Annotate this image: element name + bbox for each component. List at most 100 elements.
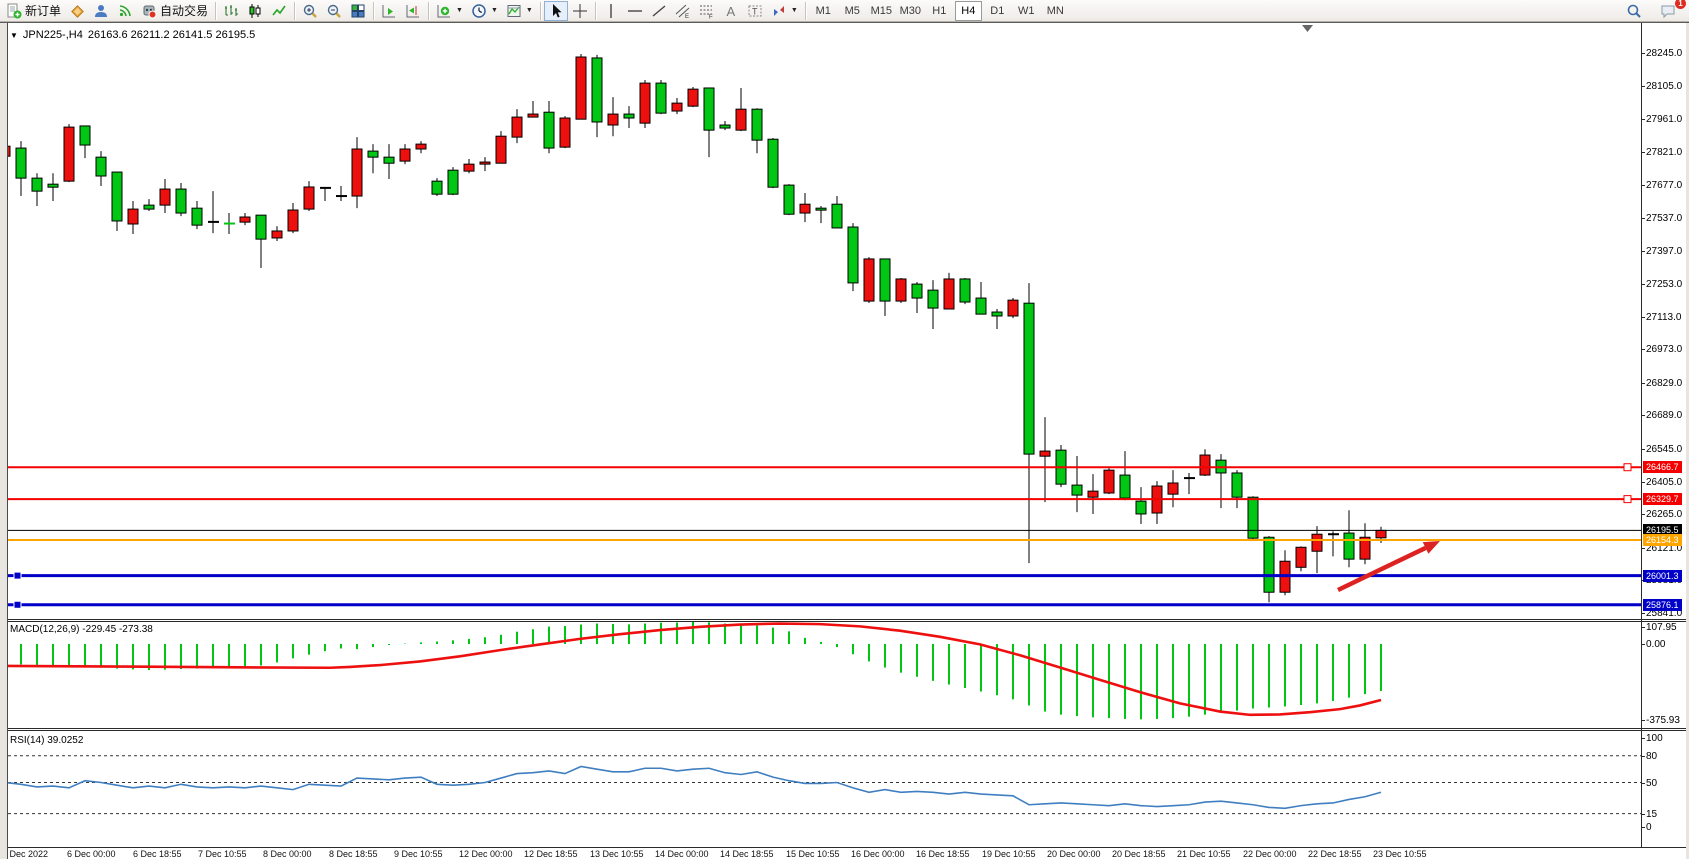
crosshair-button[interactable] (568, 1, 592, 21)
styler-button[interactable] (65, 1, 89, 21)
bar-chart-button[interactable] (219, 1, 243, 21)
new-order-icon (6, 3, 22, 19)
svg-text:T: T (752, 6, 758, 16)
market-watch-button[interactable] (89, 1, 113, 21)
channel-icon: E (675, 3, 691, 19)
toolbar-separator (294, 2, 295, 20)
indicators-button[interactable]: ▼ (432, 1, 467, 21)
fibonacci-button[interactable]: F (695, 1, 719, 21)
axis-tick (1641, 251, 1645, 252)
arrows-button[interactable]: ▼ (767, 1, 802, 21)
price-axis-label: 26265.0 (1646, 509, 1682, 520)
timeframe-D1[interactable]: D1 (984, 1, 1011, 21)
chevron-down-icon: ▼ (456, 7, 463, 14)
toolbar: 新订单 自动交易 ▼ ▼ (0, 0, 1689, 22)
timeframe-H4[interactable]: H4 (955, 1, 982, 21)
equidistant-channel-button[interactable]: E (671, 1, 695, 21)
timeframe-M30[interactable]: M30 (897, 1, 924, 21)
search-button[interactable] (1622, 1, 1646, 21)
price-axis-label: 27677.0 (1646, 180, 1682, 191)
chart-shift-icon (405, 3, 421, 19)
autotrade-label: 自动交易 (160, 2, 208, 19)
chart-title: ▼ JPN225-,H4 26163.6 26211.2 26141.5 261… (10, 29, 255, 41)
auto-scroll-icon (381, 3, 397, 19)
timeframe-M15[interactable]: M15 (868, 1, 895, 21)
chart-window: ▼ JPN225-,H4 26163.6 26211.2 26141.5 261… (0, 22, 1689, 858)
axis-tick (1641, 317, 1645, 318)
timeframe-H1[interactable]: H1 (926, 1, 953, 21)
timeframe-M5[interactable]: M5 (839, 1, 866, 21)
tile-windows-button[interactable] (346, 1, 370, 21)
trendline-button[interactable] (647, 1, 671, 21)
toolbar-separator (215, 2, 216, 20)
vertical-line-button[interactable] (599, 1, 623, 21)
timeframe-W1[interactable]: W1 (1013, 1, 1040, 21)
price-axis-label: 26405.0 (1646, 477, 1682, 488)
chart-shift-button[interactable] (401, 1, 425, 21)
toolbar-separator (805, 2, 806, 20)
timeframe-bar: M1M5M15M30H1H4D1W1MN (809, 1, 1070, 21)
axis-tick (1641, 284, 1645, 285)
price-axis-label: 26973.0 (1646, 344, 1682, 355)
price-axis-line (1641, 23, 1642, 847)
zoom-out-button[interactable] (322, 1, 346, 21)
text-label-button[interactable]: T (743, 1, 767, 21)
search-icon (1626, 3, 1642, 19)
rsi-axis-label: 100 (1646, 733, 1663, 744)
auto-scroll-button[interactable] (377, 1, 401, 21)
price-axis-label: 27961.0 (1646, 114, 1682, 125)
axis-tick (1641, 86, 1645, 87)
axis-tick (1641, 738, 1645, 739)
periods-button[interactable]: ▼ (467, 1, 502, 21)
rsi-label: RSI(14) 39.0252 (10, 735, 83, 746)
time-axis[interactable]: 5 Dec 20226 Dec 00:006 Dec 18:557 Dec 10… (0, 848, 1689, 859)
axis-tick (1641, 548, 1645, 549)
timeframe-MN[interactable]: MN (1042, 1, 1069, 21)
axis-tick (1641, 53, 1645, 54)
axis-tick (1641, 644, 1645, 645)
price-axis-label: 27397.0 (1646, 246, 1682, 257)
timeframe-M1[interactable]: M1 (810, 1, 837, 21)
macd-pane-canvas[interactable] (8, 622, 1641, 728)
macd-axis-label: 107.95 (1646, 622, 1677, 633)
pane-separator[interactable] (0, 728, 1689, 731)
axis-tick (1641, 218, 1645, 219)
bar-chart-icon (223, 3, 239, 19)
collapse-indicator-icon[interactable]: ▼ (10, 31, 18, 40)
main-chart-canvas[interactable] (8, 23, 1641, 619)
templates-button[interactable]: ▼ (502, 1, 537, 21)
zoom-in-button[interactable] (298, 1, 322, 21)
fibonacci-icon: F (699, 3, 715, 19)
axis-tick (1641, 383, 1645, 384)
level-price-label: 26001.3 (1643, 570, 1682, 582)
clock-icon (471, 3, 487, 19)
styler-icon (69, 3, 85, 19)
zoom-in-icon (302, 3, 318, 19)
toolbar-separator (595, 2, 596, 20)
text-a-icon: A (723, 3, 739, 19)
axis-tick (1641, 415, 1645, 416)
horizontal-line-button[interactable] (623, 1, 647, 21)
candle-chart-button[interactable] (243, 1, 267, 21)
toolbar-separator (373, 2, 374, 20)
trendline-icon (651, 3, 667, 19)
macd-axis-label: 0.00 (1646, 639, 1665, 650)
signals-button[interactable] (113, 1, 137, 21)
rsi-pane-canvas[interactable] (8, 732, 1641, 847)
notification-badge: 1 (1675, 0, 1686, 9)
level-price-label: 26466.7 (1643, 461, 1682, 473)
candle-chart-icon (247, 3, 263, 19)
autotrade-button[interactable]: 自动交易 (137, 1, 212, 21)
axis-tick (1641, 783, 1645, 784)
tile-windows-icon (350, 3, 366, 19)
toolbar-separator (540, 2, 541, 20)
price-axis-label: 28245.0 (1646, 48, 1682, 59)
axis-tick (1641, 827, 1645, 828)
text-button[interactable]: A (719, 1, 743, 21)
price-axis-label: 28105.0 (1646, 81, 1682, 92)
rsi-axis-label: 50 (1646, 778, 1657, 789)
new-order-button[interactable]: 新订单 (2, 1, 65, 21)
line-chart-button[interactable] (267, 1, 291, 21)
cursor-button[interactable] (544, 1, 568, 21)
arrows-icon (771, 3, 787, 19)
